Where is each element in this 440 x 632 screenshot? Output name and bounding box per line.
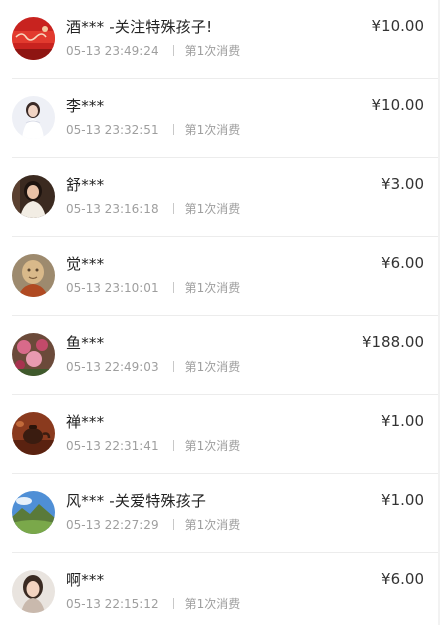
woman-white-dress-avatar[interactable]: [12, 96, 55, 139]
list-item[interactable]: 禅*** 05-13 22:31:41 第1次消费 ¥1.00: [0, 395, 440, 474]
donation-meta: 05-13 23:10:01 第1次消费: [66, 279, 240, 296]
donation-count: 第1次消费: [184, 123, 241, 137]
meta-divider: [172, 203, 174, 214]
donor-name: 风*** -关爱特殊孩子: [66, 492, 207, 510]
list-item[interactable]: 啊*** 05-13 22:15:12 第1次消费 ¥6.00: [0, 553, 440, 632]
donor-name: 鱼***: [66, 334, 105, 352]
donation-amount: ¥6.00: [381, 254, 424, 272]
donation-meta: 05-13 23:49:24 第1次消费: [66, 42, 240, 59]
donation-count: 第1次消费: [184, 281, 241, 295]
donation-meta: 05-13 23:16:18 第1次消费: [66, 200, 240, 217]
donation-count: 第1次消费: [184, 44, 241, 58]
donation-time: 05-13 23:16:18: [66, 202, 159, 216]
donation-count: 第1次消费: [184, 518, 241, 532]
donation-count: 第1次消费: [184, 360, 241, 374]
donor-name: 啊***: [66, 571, 105, 589]
donor-name: 禅***: [66, 413, 105, 431]
donation-amount: ¥10.00: [371, 17, 425, 35]
donation-amount: ¥188.00: [361, 333, 424, 351]
donation-time: 05-13 22:27:29: [66, 518, 159, 532]
donation-meta: 05-13 22:27:29 第1次消费: [66, 516, 240, 533]
meta-divider: [172, 361, 174, 372]
list-item[interactable]: 酒*** -关注特殊孩子! 05-13 23:49:24 第1次消费 ¥10.00: [0, 0, 440, 79]
meta-divider: [172, 282, 174, 293]
donor-name: 酒*** -关注特殊孩子!: [66, 18, 213, 36]
girl-portrait-avatar[interactable]: [12, 570, 55, 613]
woman-portrait-avatar[interactable]: [12, 175, 55, 218]
flowers-avatar[interactable]: [12, 333, 55, 376]
donation-time: 05-13 22:31:41: [66, 439, 159, 453]
donation-time: 05-13 23:10:01: [66, 281, 159, 295]
meta-divider: [172, 519, 174, 530]
list-item[interactable]: 舒*** 05-13 23:16:18 第1次消费 ¥3.00: [0, 158, 440, 237]
donation-amount: ¥1.00: [381, 491, 424, 509]
donation-meta: 05-13 22:49:03 第1次消费: [66, 358, 240, 375]
donation-list: 酒*** -关注特殊孩子! 05-13 23:49:24 第1次消费 ¥10.00…: [0, 0, 440, 632]
donation-count: 第1次消费: [184, 597, 241, 611]
donation-meta: 05-13 22:31:41 第1次消费: [66, 437, 240, 454]
meta-divider: [172, 440, 174, 451]
meta-divider: [172, 598, 174, 609]
landscape-avatar[interactable]: [12, 491, 55, 534]
list-item[interactable]: 觉*** 05-13 23:10:01 第1次消费 ¥6.00: [0, 237, 440, 316]
donor-name: 觉***: [66, 255, 105, 273]
teapot-avatar[interactable]: [12, 412, 55, 455]
donation-amount: ¥6.00: [381, 570, 424, 588]
list-item[interactable]: 鱼*** 05-13 22:49:03 第1次消费 ¥188.00: [0, 316, 440, 395]
donation-time: 05-13 22:15:12: [66, 597, 159, 611]
list-item[interactable]: 风*** -关爱特殊孩子 05-13 22:27:29 第1次消费 ¥1.00: [0, 474, 440, 553]
donation-time: 05-13 22:49:03: [66, 360, 159, 374]
donation-meta: 05-13 22:15:12 第1次消费: [66, 595, 240, 612]
meta-divider: [172, 45, 174, 56]
buddha-statue-avatar[interactable]: [12, 254, 55, 297]
donor-name: 李***: [66, 97, 105, 115]
donor-name: 舒***: [66, 176, 105, 194]
donation-time: 05-13 23:32:51: [66, 123, 159, 137]
donation-amount: ¥10.00: [371, 96, 425, 114]
donation-time: 05-13 23:49:24: [66, 44, 159, 58]
donation-amount: ¥3.00: [381, 175, 424, 193]
red-banner-avatar[interactable]: [12, 17, 55, 60]
donation-count: 第1次消费: [184, 439, 241, 453]
donation-meta: 05-13 23:32:51 第1次消费: [66, 121, 240, 138]
meta-divider: [172, 124, 174, 135]
list-item[interactable]: 李*** 05-13 23:32:51 第1次消费 ¥10.00: [0, 79, 440, 158]
donation-count: 第1次消费: [184, 202, 241, 216]
donation-amount: ¥1.00: [381, 412, 424, 430]
